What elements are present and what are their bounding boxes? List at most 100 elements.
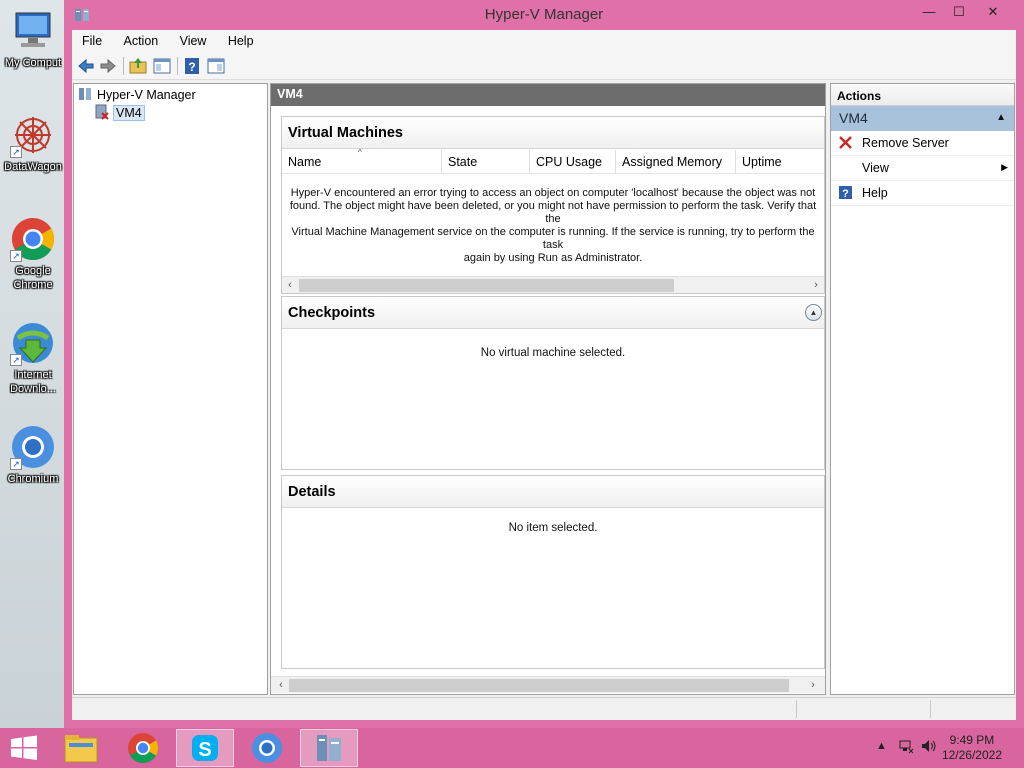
submenu-arrow-icon: ▶ bbox=[1001, 162, 1008, 172]
tree-item-vm4[interactable]: VM4 bbox=[94, 104, 145, 123]
hyperv-manager-icon[interactable] bbox=[300, 729, 358, 767]
desktop-icon-label: Google Chrome bbox=[13, 265, 53, 291]
chromium-icon: ↗ bbox=[10, 424, 56, 470]
datawagon-icon: ↗ bbox=[10, 112, 56, 158]
tree-item-hyperv-manager[interactable]: Hyper-V Manager bbox=[78, 87, 196, 104]
status-bar bbox=[72, 697, 1016, 720]
desktop-icon-datawagon[interactable]: ↗ DataWagon bbox=[0, 112, 66, 174]
desktop-icon-google-chrome[interactable]: ↗ Google Chrome bbox=[0, 216, 66, 292]
computer-icon bbox=[10, 8, 56, 54]
forward-icon[interactable] bbox=[98, 56, 120, 76]
actions-group-vm4[interactable]: VM4 ▲ bbox=[831, 106, 1014, 131]
network-icon[interactable] bbox=[898, 738, 914, 757]
collapse-icon[interactable]: ▲ bbox=[805, 304, 822, 321]
vm-list-horizontal-scrollbar[interactable]: ‹ › bbox=[282, 276, 824, 293]
action-label: Remove Server bbox=[862, 136, 949, 150]
hyperv-manager-icon bbox=[78, 87, 93, 104]
desktop-icon-label: Chromium bbox=[7, 473, 59, 485]
scroll-right-icon[interactable]: › bbox=[805, 678, 821, 693]
title-bar[interactable]: Hyper-V Manager — ☐ ✕ bbox=[64, 0, 1024, 30]
column-label: Name bbox=[288, 155, 322, 169]
actions-header: Actions bbox=[831, 84, 1014, 106]
virtual-machines-section: Virtual Machines Name ^ State CPU Usage … bbox=[281, 116, 825, 294]
error-message-line: Virtual Machine Management service on th… bbox=[291, 226, 815, 251]
column-state[interactable]: State bbox=[442, 150, 530, 174]
status-segment bbox=[930, 700, 1016, 718]
show-hidden-icons-icon[interactable]: ▲ bbox=[876, 740, 887, 752]
maximize-button[interactable]: ☐ bbox=[944, 2, 974, 24]
hyperv-manager-window: Hyper-V Manager — ☐ ✕ File Action View H… bbox=[64, 0, 1024, 728]
close-button[interactable]: ✕ bbox=[978, 2, 1008, 24]
desktop-icon-my-computer[interactable]: My Comput bbox=[0, 8, 66, 70]
server-error-icon bbox=[94, 104, 110, 123]
help-icon[interactable]: ? bbox=[182, 56, 204, 76]
error-message-line: again by using Run as Administrator. bbox=[463, 252, 643, 264]
idm-icon: ↗ bbox=[10, 320, 56, 366]
skype-icon[interactable]: S bbox=[176, 729, 234, 767]
clock-date: 12/26/2022 bbox=[941, 748, 1002, 762]
window-client: File Action View Help ? Hyper-V Manager … bbox=[72, 30, 1016, 720]
column-cpu-usage[interactable]: CPU Usage bbox=[530, 150, 616, 174]
desktop-icon-label: DataWagon bbox=[4, 161, 62, 173]
error-message-line: Hyper-V encountered an error trying to a… bbox=[290, 187, 816, 199]
error-message: Hyper-V encountered an error trying to a… bbox=[286, 187, 820, 265]
desktop-icon-label: My Comput bbox=[4, 57, 62, 69]
taskbar: S ▲ 9:49 PM 12/26/2022 bbox=[0, 728, 1024, 768]
svg-text:?: ? bbox=[188, 60, 195, 74]
scroll-left-icon[interactable]: ‹ bbox=[282, 278, 298, 293]
desktop-icon-internet-download-manager[interactable]: ↗ Internet Downlo... bbox=[0, 320, 66, 396]
chrome-icon: ↗ bbox=[10, 216, 56, 262]
checkpoints-empty-message: No virtual machine selected. bbox=[480, 347, 626, 359]
chromium-icon[interactable] bbox=[238, 729, 296, 767]
section-title: Checkpoints bbox=[288, 305, 376, 321]
scroll-left-icon[interactable]: ‹ bbox=[273, 678, 289, 693]
column-assigned-memory[interactable]: Assigned Memory bbox=[616, 150, 736, 174]
column-header-row: Name ^ State CPU Usage Assigned Memory U… bbox=[282, 148, 824, 174]
menu-view[interactable]: View bbox=[170, 30, 215, 48]
collapse-up-icon[interactable]: ▲ bbox=[996, 112, 1006, 123]
section-title: Details bbox=[282, 476, 824, 508]
desktop-icon-chromium[interactable]: ↗ Chromium bbox=[0, 424, 66, 486]
shortcut-arrow-icon: ↗ bbox=[10, 250, 22, 262]
action-view[interactable]: View ▶ bbox=[831, 156, 1014, 181]
actions-group-label: VM4 bbox=[839, 110, 868, 126]
show-hide-action-pane-icon[interactable] bbox=[206, 56, 228, 76]
window-title: Hyper-V Manager bbox=[484, 6, 604, 23]
start-icon[interactable] bbox=[0, 729, 48, 767]
scroll-right-icon[interactable]: › bbox=[808, 278, 824, 293]
checkpoints-section: Checkpoints ▲ No virtual machine selecte… bbox=[281, 296, 825, 470]
tree-item-label: Hyper-V Manager bbox=[97, 87, 196, 102]
volume-icon[interactable] bbox=[920, 738, 938, 757]
up-folder-icon[interactable] bbox=[128, 56, 150, 76]
shortcut-arrow-icon: ↗ bbox=[10, 354, 22, 366]
menu-action[interactable]: Action bbox=[114, 30, 167, 48]
scrollbar-thumb[interactable] bbox=[289, 679, 789, 692]
shortcut-arrow-icon: ↗ bbox=[10, 146, 22, 158]
file-explorer-icon[interactable] bbox=[52, 729, 110, 767]
show-hide-tree-icon[interactable] bbox=[152, 56, 174, 76]
menu-help[interactable]: Help bbox=[218, 30, 262, 48]
action-label: View bbox=[862, 161, 889, 175]
clock-time: 9:49 PM bbox=[949, 733, 995, 747]
center-pane-header: VM4 bbox=[271, 84, 825, 106]
toolbar: ? bbox=[72, 52, 1016, 80]
error-message-line: found. The object might have been delete… bbox=[289, 200, 817, 225]
column-uptime[interactable]: Uptime bbox=[736, 150, 824, 174]
menu-bar: File Action View Help bbox=[72, 30, 1016, 52]
toolbar-separator bbox=[123, 57, 124, 75]
checkpoints-header: Checkpoints ▲ bbox=[282, 297, 824, 329]
scrollbar-thumb[interactable] bbox=[299, 279, 674, 292]
action-help[interactable]: ? Help bbox=[831, 181, 1014, 206]
toolbar-separator bbox=[177, 57, 178, 75]
action-remove-server[interactable]: Remove Server bbox=[831, 131, 1014, 156]
minimize-button[interactable]: — bbox=[914, 2, 944, 24]
shortcut-arrow-icon: ↗ bbox=[10, 458, 22, 470]
details-section: Details No item selected. bbox=[281, 475, 825, 669]
back-icon[interactable] bbox=[76, 56, 98, 76]
chrome-icon[interactable] bbox=[114, 729, 172, 767]
status-segment bbox=[796, 700, 930, 718]
column-name[interactable]: Name ^ bbox=[282, 148, 442, 174]
system-clock[interactable]: 9:49 PM 12/26/2022 bbox=[942, 733, 1002, 763]
center-horizontal-scrollbar[interactable]: ‹ › bbox=[271, 676, 825, 693]
menu-file[interactable]: File bbox=[72, 30, 110, 48]
